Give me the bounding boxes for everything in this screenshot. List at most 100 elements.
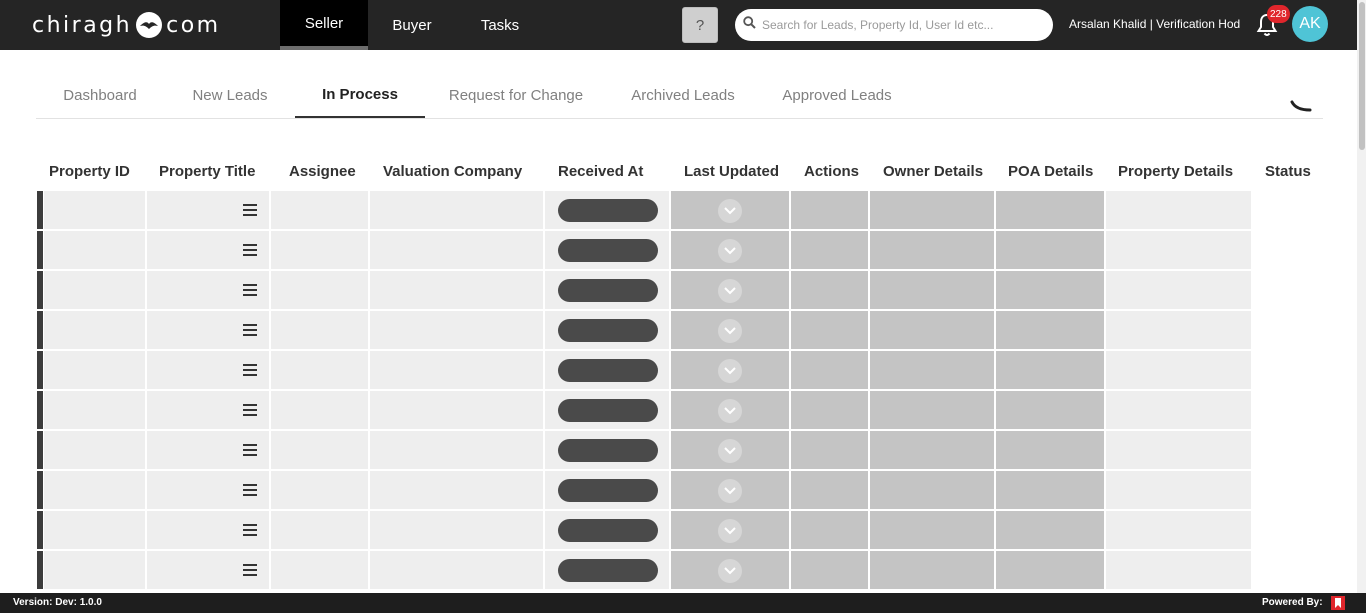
table-cell (791, 351, 868, 389)
table-row[interactable] (37, 191, 1251, 229)
table-cell (996, 471, 1104, 509)
table-cell (791, 231, 868, 269)
loading-placeholder (558, 439, 658, 462)
table-cell (870, 231, 994, 269)
chevron-down-icon[interactable] (718, 559, 742, 583)
menu-icon[interactable] (243, 283, 257, 297)
table-cell (1106, 511, 1251, 549)
table-cell (271, 231, 368, 269)
chevron-down-icon[interactable] (718, 399, 742, 423)
table-cell (791, 431, 868, 469)
table-cell (791, 191, 868, 229)
version-label: Version: Dev: 1.0.0 (13, 597, 102, 608)
menu-icon[interactable] (243, 243, 257, 257)
loading-placeholder (558, 559, 658, 582)
table-cell (44, 471, 145, 509)
table-cell (870, 551, 994, 589)
table-cell (271, 551, 368, 589)
table-cell (370, 431, 543, 469)
brand-icon (1331, 596, 1345, 610)
table-cell (1106, 271, 1251, 309)
table-cell (996, 191, 1104, 229)
table-cell (1106, 391, 1251, 429)
loading-placeholder (558, 199, 658, 222)
table-cell (44, 351, 145, 389)
table-row[interactable] (37, 551, 1251, 589)
table-cell (1106, 431, 1251, 469)
table-cell (370, 351, 543, 389)
table-row[interactable] (37, 431, 1251, 469)
chevron-down-icon[interactable] (718, 359, 742, 383)
loading-placeholder (558, 279, 658, 302)
table-cell (1106, 191, 1251, 229)
table-cell (44, 191, 145, 229)
table-cell (271, 351, 368, 389)
table-cell (791, 391, 868, 429)
table-cell (870, 391, 994, 429)
table-cell (996, 271, 1104, 309)
table-row[interactable] (37, 511, 1251, 549)
loading-placeholder (558, 319, 658, 342)
table-cell (370, 231, 543, 269)
table-cell (1106, 311, 1251, 349)
table-cell (1106, 551, 1251, 589)
table-cell (271, 391, 368, 429)
table-cell (271, 311, 368, 349)
table-row[interactable] (37, 271, 1251, 309)
chevron-down-icon[interactable] (718, 519, 742, 543)
table-cell (996, 311, 1104, 349)
table-cell (44, 271, 145, 309)
table-row[interactable] (37, 391, 1251, 429)
table-cell (44, 311, 145, 349)
powered-by-label: Powered By: (1262, 597, 1323, 608)
menu-icon[interactable] (243, 523, 257, 537)
row-edge-marker (37, 511, 43, 549)
table-cell (370, 311, 543, 349)
table-cell (870, 511, 994, 549)
scrollbar-thumb[interactable] (1359, 2, 1365, 150)
chevron-down-icon[interactable] (718, 279, 742, 303)
table-row[interactable] (37, 471, 1251, 509)
chevron-down-icon[interactable] (718, 319, 742, 343)
table-body (0, 0, 1366, 593)
table-row[interactable] (37, 231, 1251, 269)
table-cell (870, 191, 994, 229)
chevron-down-icon[interactable] (718, 199, 742, 223)
chevron-down-icon[interactable] (718, 479, 742, 503)
table-cell (370, 271, 543, 309)
table-row[interactable] (37, 311, 1251, 349)
table-cell (791, 271, 868, 309)
table-row[interactable] (37, 351, 1251, 389)
loading-placeholder (558, 239, 658, 262)
row-edge-marker (37, 231, 43, 269)
menu-icon[interactable] (243, 363, 257, 377)
table-cell (996, 351, 1104, 389)
table-cell (1106, 351, 1251, 389)
table-cell (870, 311, 994, 349)
menu-icon[interactable] (243, 203, 257, 217)
menu-icon[interactable] (243, 323, 257, 337)
row-edge-marker (37, 351, 43, 389)
menu-icon[interactable] (243, 403, 257, 417)
table-cell (44, 391, 145, 429)
chevron-down-icon[interactable] (718, 239, 742, 263)
footer: Version: Dev: 1.0.0 Powered By: (0, 593, 1366, 613)
menu-icon[interactable] (243, 443, 257, 457)
table-cell (370, 471, 543, 509)
table-cell (271, 431, 368, 469)
table-cell (370, 511, 543, 549)
menu-icon[interactable] (243, 483, 257, 497)
table-cell (996, 551, 1104, 589)
table-cell (870, 471, 994, 509)
table-cell (271, 191, 368, 229)
row-edge-marker (37, 471, 43, 509)
table-cell (44, 511, 145, 549)
table-cell (44, 231, 145, 269)
table-cell (870, 271, 994, 309)
table-cell (791, 311, 868, 349)
table-cell (791, 511, 868, 549)
table-cell (370, 551, 543, 589)
chevron-down-icon[interactable] (718, 439, 742, 463)
menu-icon[interactable] (243, 563, 257, 577)
table-cell (271, 511, 368, 549)
